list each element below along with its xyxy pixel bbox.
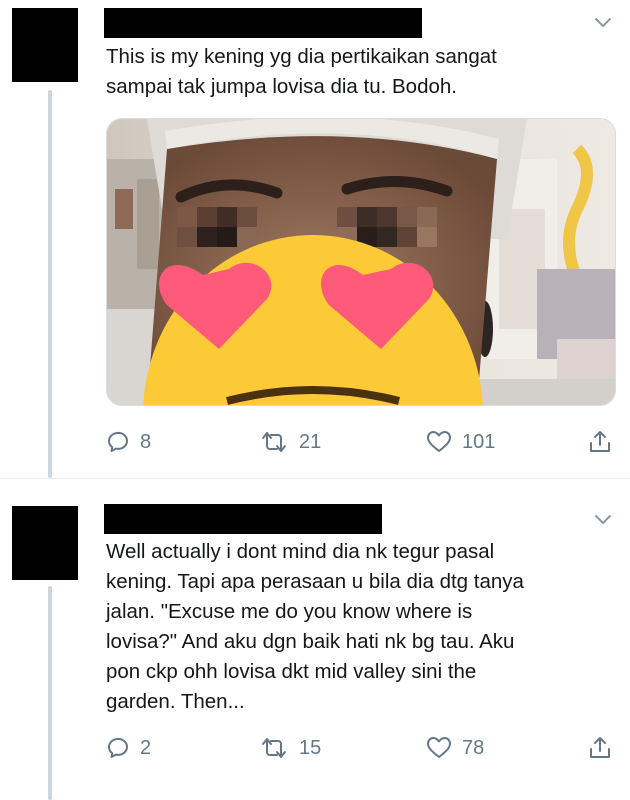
- like-icon: [427, 431, 451, 452]
- reply-count: 8: [140, 430, 152, 453]
- reply-count: 2: [140, 736, 152, 759]
- share-button[interactable]: [588, 427, 612, 457]
- author-name-redacted[interactable]: [104, 504, 382, 534]
- like-button[interactable]: 78: [426, 733, 484, 763]
- retweet-button[interactable]: 21: [259, 427, 321, 457]
- tweet-1[interactable]: This is my kening yg dia pertikaikan san…: [0, 0, 630, 478]
- thread-line: [48, 90, 52, 478]
- retweet-icon: [262, 738, 286, 758]
- tweet-2[interactable]: Well actually i dont mind dia nk tegur p…: [0, 478, 630, 800]
- tweet-text: Well actually i dont mind dia nk tegur p…: [106, 540, 524, 713]
- author-name-redacted[interactable]: [104, 8, 422, 38]
- tweet-text: This is my kening yg dia pertikaikan san…: [106, 45, 497, 98]
- retweet-icon: [262, 432, 286, 452]
- thread-line: [48, 586, 52, 800]
- retweet-button[interactable]: 15: [259, 733, 321, 763]
- share-icon: [590, 737, 610, 758]
- selfie-photo: [107, 119, 615, 405]
- chevron-down-icon[interactable]: [594, 514, 612, 526]
- reply-button[interactable]: 8: [106, 427, 151, 457]
- tweet-photo[interactable]: [106, 118, 616, 406]
- like-button[interactable]: 101: [426, 427, 495, 457]
- tweet-actions: 8 21 101: [106, 427, 616, 457]
- like-count: 78: [462, 736, 485, 759]
- avatar-redacted[interactable]: [12, 8, 78, 82]
- chevron-down-icon[interactable]: [594, 17, 612, 29]
- reply-button[interactable]: 2: [106, 733, 151, 763]
- share-icon: [590, 431, 610, 452]
- share-button[interactable]: [588, 733, 612, 763]
- like-count: 101: [462, 430, 496, 453]
- reply-icon: [108, 737, 128, 758]
- retweet-count: 21: [299, 430, 322, 453]
- like-icon: [427, 737, 451, 758]
- retweet-count: 15: [299, 736, 322, 759]
- avatar-redacted[interactable]: [12, 506, 78, 580]
- tweet-actions: 2 15 78: [106, 733, 616, 763]
- reply-icon: [108, 431, 128, 452]
